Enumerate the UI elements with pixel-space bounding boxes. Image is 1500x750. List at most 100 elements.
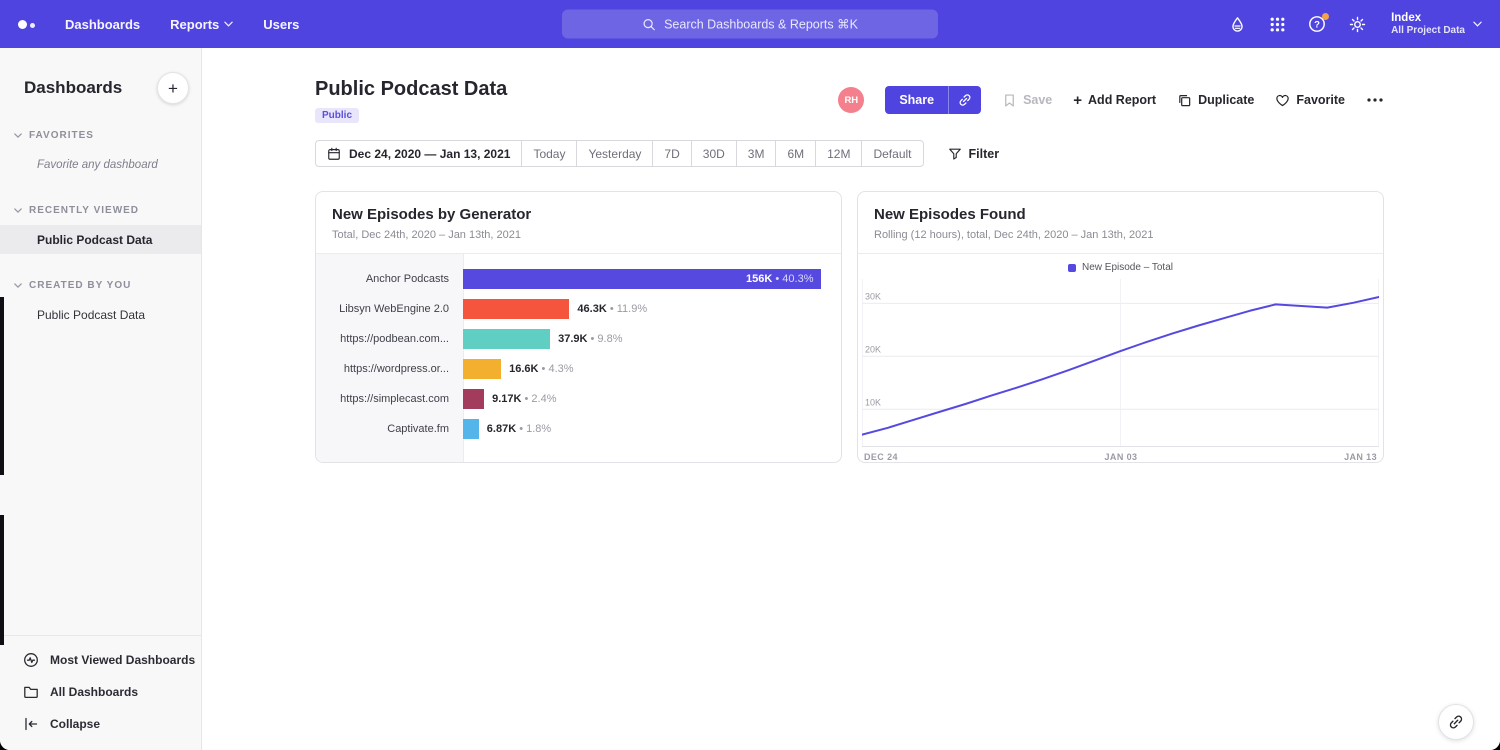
bar-category-label: https://podbean.com... bbox=[316, 333, 463, 345]
sidebar-header: Dashboards + bbox=[0, 48, 201, 104]
calendar-icon bbox=[327, 147, 341, 161]
sidebar-footer: Most Viewed Dashboards All Dashboards Co… bbox=[0, 635, 201, 750]
collapse-sidebar-button[interactable]: Collapse bbox=[0, 708, 201, 740]
date-range-group: Dec 24, 2020 — Jan 13, 2021 TodayYesterd… bbox=[315, 140, 924, 167]
dashboard-actions: RH Share Save + Add Report bbox=[838, 86, 1384, 114]
report-card-bar[interactable]: New Episodes by Generator Total, Dec 24t… bbox=[315, 191, 842, 463]
share-link-button[interactable] bbox=[948, 86, 981, 114]
bar-value-label: 156K • 40.3% bbox=[746, 273, 813, 285]
section-label: RECENTLY VIEWED bbox=[29, 205, 139, 216]
date-range-picker[interactable]: Dec 24, 2020 — Jan 13, 2021 bbox=[316, 141, 522, 166]
top-navbar: Dashboards Reports Users Search Dashboar… bbox=[0, 0, 1500, 48]
x-tick-label: DEC 24 bbox=[864, 452, 898, 462]
card-title: New Episodes Found bbox=[874, 206, 1367, 223]
section-header-favorites[interactable]: FAVORITES bbox=[0, 130, 201, 141]
duplicate-button[interactable]: Duplicate bbox=[1177, 93, 1254, 108]
chevron-down-icon bbox=[14, 208, 22, 213]
date-preset-12m[interactable]: 12M bbox=[816, 141, 862, 166]
bar-row: Anchor Podcasts156K • 40.3% bbox=[316, 264, 841, 294]
report-card-line[interactable]: New Episodes Found Rolling (12 hours), t… bbox=[857, 191, 1384, 463]
favorite-button[interactable]: Favorite bbox=[1275, 93, 1345, 108]
project-selector[interactable]: Index All Project Data bbox=[1391, 12, 1482, 37]
footer-item-label: All Dashboards bbox=[50, 685, 138, 699]
date-preset-default[interactable]: Default bbox=[862, 141, 922, 166]
date-preset-today[interactable]: Today bbox=[522, 141, 577, 166]
y-tick-label: 10K bbox=[865, 397, 881, 407]
window-edge-artifact bbox=[0, 297, 4, 475]
plus-icon: + bbox=[1073, 93, 1082, 108]
date-preset-3m[interactable]: 3M bbox=[737, 141, 777, 166]
sidebar-item-public-podcast-data[interactable]: Public Podcast Data bbox=[0, 300, 201, 329]
date-controls-row: Dec 24, 2020 — Jan 13, 2021 TodayYesterd… bbox=[315, 140, 1384, 167]
chevron-down-icon bbox=[14, 133, 22, 138]
nav-item-users[interactable]: Users bbox=[263, 17, 299, 32]
apps-grid-icon[interactable] bbox=[1267, 14, 1287, 34]
gear-icon[interactable] bbox=[1347, 14, 1367, 34]
bar-category-label: Libsyn WebEngine 2.0 bbox=[316, 303, 463, 315]
filter-icon bbox=[948, 147, 962, 161]
most-viewed-dashboards-button[interactable]: Most Viewed Dashboards bbox=[0, 644, 201, 676]
nav-item-reports[interactable]: Reports bbox=[170, 17, 233, 32]
more-actions-button[interactable] bbox=[1366, 97, 1384, 103]
logo-dot bbox=[18, 20, 27, 29]
sidebar-item-public-podcast-data[interactable]: Public Podcast Data bbox=[0, 225, 201, 254]
save-button[interactable]: Save bbox=[1002, 93, 1052, 108]
bar-value-label: 16.6K • 4.3% bbox=[509, 363, 573, 375]
card-title: New Episodes by Generator bbox=[332, 206, 825, 223]
heart-icon bbox=[1275, 93, 1290, 108]
section-header-created[interactable]: CREATED BY YOU bbox=[0, 280, 201, 291]
bar-segment[interactable] bbox=[463, 359, 501, 379]
date-preset-6m[interactable]: 6M bbox=[776, 141, 816, 166]
bar-segment[interactable] bbox=[463, 419, 479, 439]
section-label: FAVORITES bbox=[29, 130, 94, 141]
app-window: Dashboards Reports Users Search Dashboar… bbox=[0, 0, 1500, 750]
app-logo[interactable] bbox=[18, 20, 35, 29]
report-cards: New Episodes by Generator Total, Dec 24t… bbox=[315, 191, 1384, 463]
droplet-icon[interactable] bbox=[1227, 14, 1247, 34]
bar-category-label: Captivate.fm bbox=[316, 423, 463, 435]
nav-item-dashboards[interactable]: Dashboards bbox=[65, 17, 140, 32]
all-dashboards-button[interactable]: All Dashboards bbox=[0, 676, 201, 708]
chevron-down-icon bbox=[1473, 21, 1482, 27]
sidebar-list: FAVORITES Favorite any dashboard RECENTL… bbox=[0, 104, 201, 635]
filter-button[interactable]: Filter bbox=[948, 147, 1000, 161]
bar-value-label: 37.9K • 9.8% bbox=[558, 333, 622, 345]
avatar[interactable]: RH bbox=[838, 87, 864, 113]
card-header: New Episodes Found Rolling (12 hours), t… bbox=[858, 192, 1383, 254]
help-icon[interactable]: ? bbox=[1307, 14, 1327, 34]
bar-segment[interactable]: 156K • 40.3% bbox=[463, 269, 821, 289]
chevron-down-icon bbox=[14, 283, 22, 288]
share-button[interactable]: Share bbox=[885, 86, 948, 114]
link-icon bbox=[958, 93, 972, 107]
section-header-recent[interactable]: RECENTLY VIEWED bbox=[0, 205, 201, 216]
bar-segment[interactable] bbox=[463, 299, 569, 319]
share-button-group: Share bbox=[885, 86, 981, 114]
most-viewed-icon bbox=[23, 652, 39, 668]
x-tick-label: JAN 13 bbox=[1344, 452, 1377, 462]
copy-link-fab[interactable] bbox=[1438, 704, 1474, 740]
line-plot-svg: 10K20K30K bbox=[862, 279, 1379, 446]
card-subtitle: Rolling (12 hours), total, Dec 24th, 202… bbox=[874, 229, 1367, 241]
bar-category-label: https://wordpress.or... bbox=[316, 363, 463, 375]
add-report-button[interactable]: + Add Report bbox=[1073, 93, 1156, 108]
date-preset-yesterday[interactable]: Yesterday bbox=[577, 141, 653, 166]
collapse-icon bbox=[23, 716, 39, 732]
logo-dot bbox=[30, 23, 35, 28]
bar-row: Captivate.fm6.87K • 1.8% bbox=[316, 414, 841, 444]
filter-label: Filter bbox=[969, 147, 1000, 161]
line-plot-area: 10K20K30K bbox=[862, 279, 1379, 447]
title-block: Public Podcast Data Public bbox=[315, 78, 507, 123]
page-header: Public Podcast Data Public RH Share Save bbox=[315, 78, 1384, 123]
window-edge-artifact bbox=[0, 515, 4, 645]
more-icon bbox=[1366, 97, 1384, 103]
date-preset-30d[interactable]: 30D bbox=[692, 141, 737, 166]
sidebar-section-created: CREATED BY YOU Public Podcast Data bbox=[0, 280, 201, 329]
favorites-empty-hint: Favorite any dashboard bbox=[0, 150, 201, 179]
date-preset-7d[interactable]: 7D bbox=[653, 141, 691, 166]
bar-track: 9.17K • 2.4% bbox=[463, 389, 841, 409]
search-input[interactable]: Search Dashboards & Reports ⌘K bbox=[562, 10, 938, 39]
add-dashboard-button[interactable]: + bbox=[157, 72, 189, 104]
bar-segment[interactable] bbox=[463, 389, 484, 409]
card-header: New Episodes by Generator Total, Dec 24t… bbox=[316, 192, 841, 254]
bar-segment[interactable] bbox=[463, 329, 550, 349]
